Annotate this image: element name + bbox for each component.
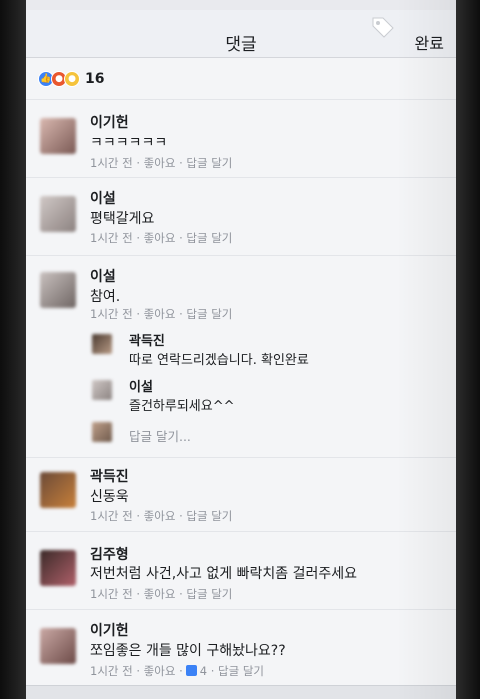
comment-text: 쪼임좋은 개들 많이 구해놨나요?? [90,643,286,659]
reply-author[interactable]: 이설 [129,376,153,395]
reply-text: 즐건하루되세요^^ [129,399,235,414]
reply-text: 따로 연락드리겠습니다. 확인완료 [129,353,309,368]
comment-text: 참여. [90,289,121,305]
comment-author[interactable]: 곽득진 [90,466,129,486]
tag-icon[interactable] [370,14,396,40]
comment-meta[interactable]: 1시간 전 · 좋아요 · 답글 달기 [90,508,232,524]
reply-author[interactable]: 곽득진 [129,330,165,349]
phone-bezel-right [456,0,480,699]
comment-item: 이기헌 쪼임좋은 개들 많이 구해놨나요?? 1시간 전 · 좋아요 · 4 · … [26,610,456,690]
comment-meta[interactable]: 1시간 전 · 좋아요 · 답글 달기 [90,230,232,246]
comment-item: 이기헌 ㅋㅋㅋㅋㅋㅋ 1시간 전 · 좋아요 · 답글 달기 [26,100,456,178]
avatar[interactable] [40,628,76,664]
comment-text: ㅋㅋㅋㅋㅋㅋ [90,135,168,151]
haha-reaction-icon: ● [64,70,80,87]
comment-meta-time: 1시간 전 · 좋아요 · [90,664,183,678]
avatar[interactable] [40,272,76,308]
header-bar: 댓글 완료 [26,10,456,58]
status-bar [26,0,456,10]
comment-author[interactable]: 이기헌 [90,112,129,132]
reply-avatar[interactable] [92,334,112,354]
comment-text: 저번처럼 사건,사고 없게 빠락치좀 걸러주세요 [90,566,357,582]
avatar[interactable] [40,472,76,508]
avatar[interactable] [40,550,76,586]
comment-item: 이설 평택갈게요 1시간 전 · 좋아요 · 답글 달기 [26,178,456,256]
comment-author[interactable]: 이설 [90,266,116,286]
like-count: 4 [199,664,208,678]
like-thumb-icon [185,665,197,676]
reply-avatar[interactable] [92,380,112,400]
avatar[interactable] [40,118,76,154]
reaction-count: 16 [85,70,105,87]
reply-avatar[interactable] [92,422,112,442]
done-button[interactable]: 완료 [415,30,444,54]
comment-author[interactable]: 김주형 [90,544,129,564]
avatar[interactable] [40,196,76,232]
comment-meta-reply[interactable]: · 답글 달기 [211,664,264,678]
comment-composer-bar[interactable] [26,685,456,699]
comments-screen: 댓글 완료 👍 ● ● 16 이기헌 ㅋㅋㅋㅋㅋㅋ 1시간 전 · 좋아요 · … [26,0,456,699]
comment-meta[interactable]: 1시간 전 · 좋아요 · 4 · 답글 달기 [90,663,264,679]
comment-item: 이설 참여. 1시간 전 · 좋아요 · 답글 달기 곽득진 따로 연락드리겠습… [26,256,456,458]
comment-author[interactable]: 이기헌 [90,620,129,640]
comment-text: 평택갈게요 [90,211,155,227]
comment-item: 김주형 저번처럼 사건,사고 없게 빠락치좀 걸러주세요 1시간 전 · 좋아요… [26,532,456,610]
comment-meta[interactable]: 1시간 전 · 좋아요 · 답글 달기 [90,155,232,171]
comment-author[interactable]: 이설 [90,188,116,208]
phone-bezel-left [0,0,26,699]
comment-item: 곽득진 신동욱 1시간 전 · 좋아요 · 답글 달기 [26,458,456,532]
comment-meta[interactable]: 1시간 전 · 좋아요 · 답글 달기 [90,306,232,322]
comment-meta[interactable]: 1시간 전 · 좋아요 · 답글 달기 [90,586,232,602]
reactions-summary[interactable]: 👍 ● ● 16 [26,58,456,100]
comment-text: 신동욱 [90,489,129,505]
reply-link[interactable]: 답글 달기... [129,426,191,445]
